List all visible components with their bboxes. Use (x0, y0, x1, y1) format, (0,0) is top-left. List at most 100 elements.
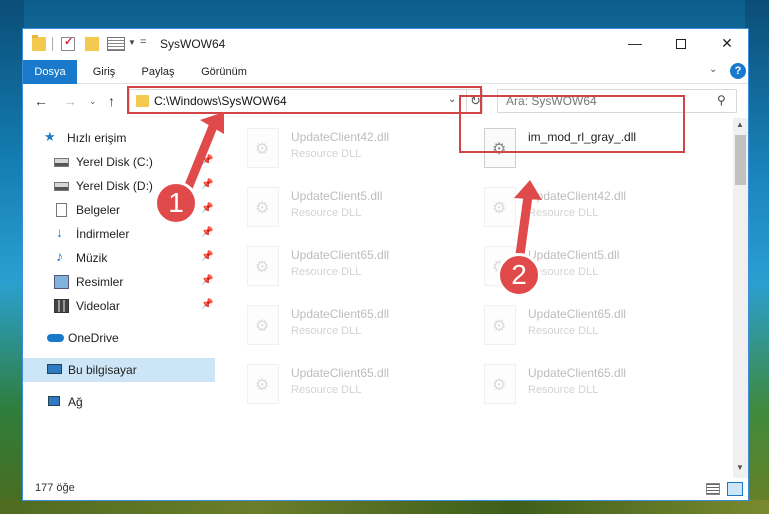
music-icon: ♪ (56, 248, 63, 264)
disk-icon (54, 158, 69, 167)
dll-file-icon (247, 364, 279, 404)
list-item[interactable]: UpdateClient5.dll Resource DLL (247, 187, 477, 245)
dll-file-icon (247, 128, 279, 168)
maximize-button[interactable] (658, 29, 704, 58)
file-type: Resource DLL (291, 207, 362, 219)
dll-file-icon (247, 187, 279, 227)
quick-access-divider (52, 37, 53, 51)
file-name: UpdateClient65.dll (291, 248, 390, 262)
video-icon (54, 299, 69, 313)
status-bar: 177 öğe (23, 478, 748, 500)
tab-share[interactable]: Paylaş (133, 60, 183, 84)
window-title: SysWOW64 (160, 37, 226, 51)
dll-file-icon (484, 364, 516, 404)
up-arrow-icon[interactable]: ↑ (108, 93, 115, 109)
nav-item-label: Ağ (68, 395, 83, 409)
nav-item-label: OneDrive (68, 331, 119, 345)
close-button[interactable]: ✕ (704, 29, 750, 58)
file-type: Resource DLL (528, 325, 599, 337)
dll-file-icon (484, 305, 516, 345)
chevron-down-icon[interactable]: ▼ (128, 38, 136, 47)
step-2-badge: 2 (497, 253, 541, 297)
nav-item-this-pc[interactable]: Bu bilgisayar (23, 358, 215, 382)
pin-icon[interactable]: 📌 (201, 179, 213, 190)
desktop-background-bottom (0, 500, 769, 514)
cloud-icon (47, 334, 64, 342)
pin-icon[interactable]: 📌 (201, 251, 213, 262)
expand-ribbon-icon[interactable]: ⌄ (709, 64, 717, 75)
file-list: UpdateClient42.dll Resource DLL im_mod_r… (219, 118, 734, 478)
pictures-icon (54, 275, 69, 289)
nav-item-label: Resimler (76, 275, 124, 289)
disk-icon (54, 182, 69, 191)
nav-item-label: Hızlı erişim (67, 131, 127, 145)
pin-icon[interactable]: 📌 (201, 275, 213, 286)
search-icon[interactable]: ⚲ (717, 93, 726, 107)
pin-icon[interactable]: 📌 (201, 155, 213, 166)
properties-icon[interactable] (107, 37, 125, 51)
properties-check-icon[interactable] (61, 35, 75, 51)
file-type: Resource DLL (291, 266, 362, 278)
customize-toolbar-icon[interactable]: = (140, 36, 146, 48)
file-name: UpdateClient65.dll (528, 307, 627, 321)
file-type: Resource DLL (291, 384, 362, 396)
help-icon[interactable]: ? (730, 63, 746, 79)
nav-item-music[interactable]: ♪ Müzik 📌 (23, 246, 215, 270)
scroll-up-icon[interactable]: ▲ (736, 120, 744, 129)
nav-item-label: Videolar (76, 299, 120, 313)
nav-item-downloads[interactable]: ↓ İndirmeler 📌 (23, 222, 215, 246)
large-icons-view-icon[interactable] (727, 482, 743, 496)
tab-home[interactable]: Giriş (85, 60, 123, 84)
back-arrow-icon[interactable]: ← (34, 93, 48, 109)
forward-arrow-icon[interactable]: → (63, 93, 77, 109)
dll-file-icon (247, 246, 279, 286)
folder-icon (32, 35, 46, 51)
pin-icon[interactable]: 📌 (201, 203, 213, 214)
vertical-scrollbar[interactable]: ▲ ▼ (733, 118, 748, 478)
dll-file-icon (247, 305, 279, 345)
list-item[interactable]: UpdateClient65.dll Resource DLL (484, 305, 714, 363)
scroll-down-icon[interactable]: ▼ (736, 463, 744, 472)
recent-locations-icon[interactable]: ⌄ (89, 96, 97, 107)
scrollbar-thumb[interactable] (735, 135, 746, 185)
nav-item-network[interactable]: Ağ (23, 390, 215, 414)
file-type: Resource DLL (291, 148, 362, 160)
file-type: Resource DLL (528, 384, 599, 396)
title-bar: ▼ = SysWOW64 — ✕ (23, 29, 748, 60)
dll-file-icon (484, 187, 516, 227)
nav-item-label: Belgeler (76, 203, 121, 217)
pin-icon[interactable]: 📌 (201, 227, 213, 238)
list-item[interactable]: UpdateClient42.dll Resource DLL (484, 187, 714, 245)
nav-item-label: Yerel Disk (C:) (76, 155, 153, 169)
nav-item-onedrive[interactable]: OneDrive (23, 326, 215, 350)
list-item[interactable]: UpdateClient65.dll Resource DLL (484, 364, 714, 422)
pin-icon[interactable]: 📌 (201, 299, 213, 310)
file-name: UpdateClient65.dll (291, 307, 390, 321)
file-highlight-box (459, 95, 685, 153)
nav-item-label: Müzik (76, 251, 108, 265)
list-item[interactable]: UpdateClient65.dll Resource DLL (247, 305, 477, 363)
file-name: UpdateClient5.dll (528, 248, 620, 262)
list-item[interactable]: UpdateClient65.dll Resource DLL (247, 246, 477, 304)
nav-item-quick-access[interactable]: ★ Hızlı erişim (23, 126, 215, 150)
list-item[interactable]: UpdateClient65.dll Resource DLL (247, 364, 477, 422)
step-1-badge: 1 (154, 181, 198, 225)
nav-item-local-disk-c[interactable]: Yerel Disk (C:) 📌 (23, 150, 215, 174)
nav-item-pictures[interactable]: Resimler 📌 (23, 270, 215, 294)
tab-file[interactable]: Dosya (23, 60, 77, 84)
address-highlight-box (127, 86, 482, 114)
details-view-icon[interactable] (706, 483, 720, 495)
file-name: UpdateClient42.dll (291, 130, 390, 144)
list-item[interactable]: UpdateClient42.dll Resource DLL (247, 128, 477, 186)
nav-item-videos[interactable]: Videolar 📌 (23, 294, 215, 318)
file-type: Resource DLL (528, 207, 599, 219)
computer-icon (47, 364, 62, 374)
tab-view[interactable]: Görünüm (191, 60, 257, 84)
file-name: UpdateClient65.dll (528, 366, 627, 380)
download-icon: ↓ (56, 224, 63, 240)
file-name: UpdateClient42.dll (528, 189, 627, 203)
file-name: UpdateClient5.dll (291, 189, 383, 203)
navigation-pane: ★ Hızlı erişim Yerel Disk (C:) 📌 Yerel D… (23, 118, 215, 478)
new-folder-icon[interactable] (85, 37, 99, 51)
minimize-button[interactable]: — (612, 29, 658, 58)
